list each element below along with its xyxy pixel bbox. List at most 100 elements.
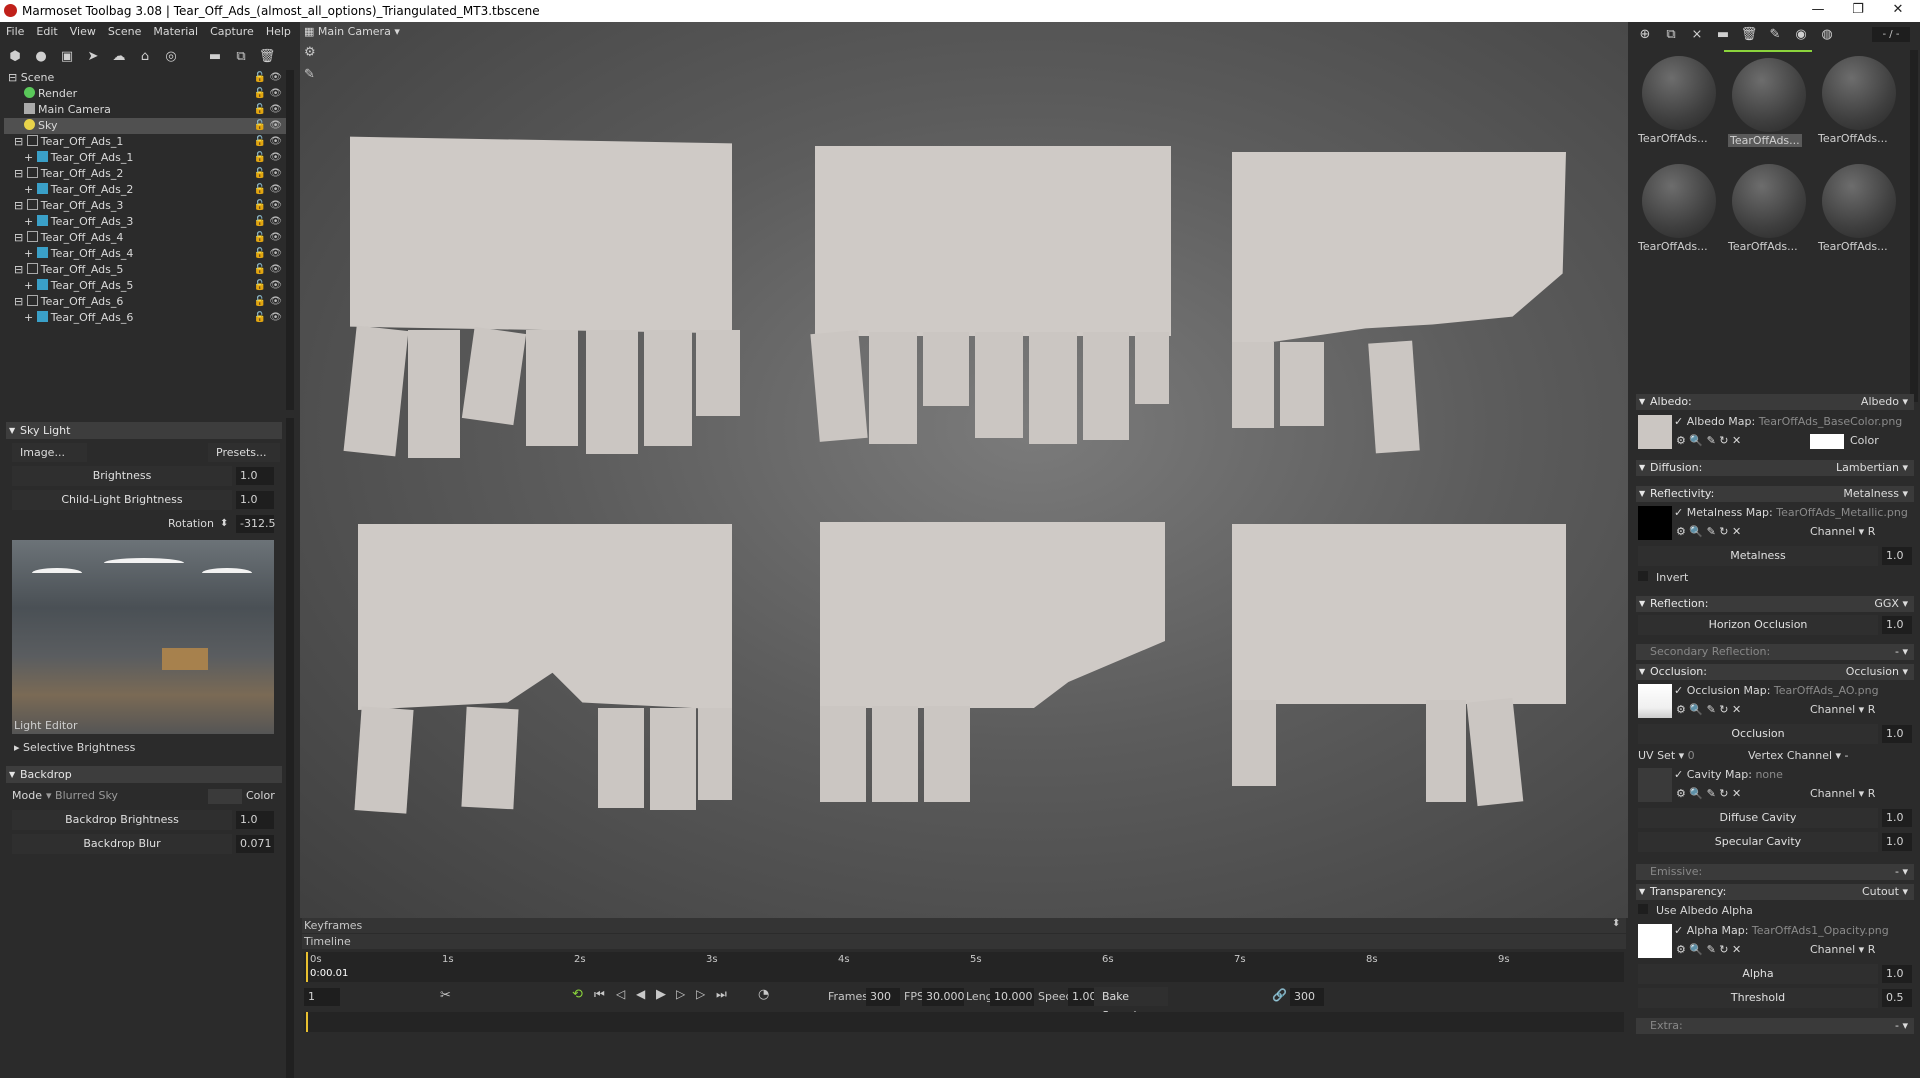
- tree-item-mesh[interactable]: + Tear_Off_Ads_6 🔓 👁: [4, 310, 286, 326]
- occlusion-slider[interactable]: Occlusion: [1638, 724, 1878, 744]
- metalness-value[interactable]: 1.0: [1882, 547, 1912, 565]
- sky-light-header[interactable]: Sky Light: [6, 422, 282, 439]
- remove-icon[interactable]: ✕: [1732, 943, 1741, 956]
- remove-icon[interactable]: ✕: [1732, 525, 1741, 538]
- settings-icon[interactable]: ⚙: [1676, 525, 1686, 538]
- skip-to-start-icon[interactable]: ⏮: [594, 987, 605, 1002]
- new-folder-icon[interactable]: ▬: [202, 46, 228, 66]
- reflection-mode-dropdown[interactable]: GGX ▾: [1874, 596, 1908, 612]
- emissive-section[interactable]: Emissive: - ▾: [1636, 864, 1914, 880]
- keyframes-header[interactable]: Keyframes: [302, 918, 1626, 933]
- map-tools[interactable]: ⚙ 🔍 ✎ ↻ ✕: [1676, 432, 1741, 450]
- properties-scrollbar[interactable]: [286, 418, 294, 1078]
- reload-icon[interactable]: ↻: [1719, 434, 1728, 447]
- timeline-ruler[interactable]: 0s 1s 2s 3s 4s 5s 6s 7s 8s 9s 0:00.01: [304, 952, 1624, 982]
- vertex-channel-dropdown[interactable]: Vertex Channel ▾ -: [1748, 747, 1849, 765]
- metalness-map-thumbnail[interactable]: [1638, 506, 1672, 540]
- backdrop-brightness-slider[interactable]: Backdrop Brightness: [12, 810, 232, 830]
- diffuse-cavity-slider[interactable]: Diffuse Cavity: [1638, 808, 1878, 828]
- material-thumb-selected[interactable]: TearOffAds...: [1724, 50, 1812, 150]
- tree-item-group[interactable]: ⊟ Tear_Off_Ads_4 🔓 👁: [4, 230, 286, 246]
- prev-keyframe-icon[interactable]: ◁: [616, 987, 625, 1001]
- alpha-map-thumbnail[interactable]: [1638, 924, 1672, 958]
- alpha-map-row[interactable]: ✓ Alpha Map: TearOffAds1_Opacity.png: [1674, 922, 1889, 940]
- material-thumb[interactable]: TearOffAds...: [1634, 50, 1722, 150]
- pencil-icon[interactable]: ✎: [1707, 525, 1716, 538]
- next-keyframe-icon[interactable]: ▷: [696, 987, 705, 1001]
- end-frame-value[interactable]: 300: [1290, 988, 1324, 1006]
- selective-brightness-toggle[interactable]: ▸ Selective Brightness: [14, 739, 135, 757]
- albedo-map-row[interactable]: ✓ Albedo Map: TearOffAds_BaseColor.png: [1674, 413, 1902, 431]
- zoom-icon[interactable]: 🔍: [1689, 525, 1703, 538]
- fps-value[interactable]: 30.000: [922, 988, 965, 1006]
- settings-icon[interactable]: ⚙: [1676, 943, 1686, 956]
- step-back-icon[interactable]: ◀: [636, 987, 645, 1001]
- loop-icon[interactable]: ⟲: [572, 987, 583, 1002]
- maximize-button[interactable]: ❐: [1838, 2, 1878, 20]
- tree-item-mesh[interactable]: + Tear_Off_Ads_1 🔓 👁: [4, 150, 286, 166]
- backdrop-brightness-value[interactable]: 1.0: [236, 811, 274, 829]
- use-albedo-alpha-checkbox[interactable]: Use Albedo Alpha: [1638, 902, 1753, 920]
- child-light-brightness-slider[interactable]: Child-Light Brightness: [12, 490, 232, 510]
- settings-icon[interactable]: ⚙: [1676, 787, 1686, 800]
- pin-icon[interactable]: ✎: [304, 67, 315, 82]
- cavity-map-row[interactable]: ✓ Cavity Map: none: [1674, 766, 1783, 784]
- skip-to-end-icon[interactable]: ⏭: [716, 987, 727, 1002]
- backdrop-blur-value[interactable]: 0.071: [236, 835, 274, 853]
- minimize-button[interactable]: —: [1798, 2, 1838, 20]
- light-editor-panorama[interactable]: Light Editor: [12, 540, 274, 734]
- material-thumb[interactable]: TearOffAds...: [1724, 158, 1812, 258]
- zoom-icon[interactable]: 🔍: [1689, 434, 1703, 447]
- invert-checkbox[interactable]: Invert: [1638, 569, 1688, 587]
- tree-item-scene[interactable]: ⊟ Scene 🔓 👁: [4, 70, 286, 86]
- cavity-map-thumbnail[interactable]: [1638, 768, 1672, 802]
- diffuse-cavity-value[interactable]: 1.0: [1882, 809, 1912, 827]
- reflection-section[interactable]: Reflection:GGX ▾: [1636, 596, 1914, 612]
- frame-field[interactable]: 1: [304, 988, 340, 1006]
- menu-file[interactable]: File: [0, 22, 30, 38]
- tree-item-mesh[interactable]: + Tear_Off_Ads_3 🔓 👁: [4, 214, 286, 230]
- occlusion-mode-dropdown[interactable]: Occlusion ▾: [1846, 664, 1908, 680]
- viewport[interactable]: ▦ Main Camera ▾ ⚙ ✎: [300, 22, 1628, 922]
- material-thumb[interactable]: TearOffAds...: [1814, 158, 1902, 258]
- playhead[interactable]: [306, 952, 308, 982]
- extra-dropdown[interactable]: - ▾: [1895, 1018, 1908, 1034]
- bake-speed-button[interactable]: Bake Speed: [1094, 987, 1168, 1022]
- emissive-dropdown[interactable]: - ▾: [1895, 864, 1908, 880]
- camera-selector[interactable]: ▦ Main Camera ▾: [304, 25, 400, 38]
- pencil-icon[interactable]: ✎: [1707, 787, 1716, 800]
- menu-material[interactable]: Material: [147, 22, 204, 38]
- timeline-header[interactable]: Timeline: [302, 934, 1626, 949]
- threshold-value[interactable]: 0.5: [1882, 989, 1912, 1007]
- map-tools[interactable]: ⚙ 🔍 ✎ ↻ ✕: [1676, 941, 1741, 959]
- horizon-occlusion-slider[interactable]: Horizon Occlusion: [1638, 615, 1878, 635]
- link-icon[interactable]: 🔗: [1272, 988, 1287, 1002]
- tree-item-group[interactable]: ⊟ Tear_Off_Ads_2 🔓 👁: [4, 166, 286, 182]
- duplicate-icon[interactable]: ⧉: [228, 46, 254, 66]
- keyframe-tool-icon[interactable]: ✂: [440, 988, 451, 1003]
- metalness-map-row[interactable]: ✓ Metalness Map: TearOffAds_Metallic.png: [1674, 504, 1914, 522]
- zoom-icon[interactable]: 🔍: [1689, 703, 1703, 716]
- backdrop-color-swatch[interactable]: [208, 789, 242, 804]
- scene-tree-scrollbar[interactable]: [286, 70, 294, 410]
- merge-material-icon[interactable]: ⨯: [1684, 24, 1710, 44]
- metalness-channel-dropdown[interactable]: Channel ▾ R: [1810, 523, 1875, 541]
- occlusion-channel-dropdown[interactable]: Channel ▾ R: [1810, 701, 1875, 719]
- delete-material-icon[interactable]: 🗑: [1736, 24, 1762, 44]
- image-button[interactable]: Image...: [12, 443, 87, 462]
- brightness-value[interactable]: 1.0: [236, 467, 274, 485]
- tree-item-group[interactable]: ⊟ Tear_Off_Ads_6 🔓 👁: [4, 294, 286, 310]
- tree-item-group[interactable]: ⊟ Tear_Off_Ads_3 🔓 👁: [4, 198, 286, 214]
- menu-scene[interactable]: Scene: [102, 22, 148, 38]
- tree-item-main-camera[interactable]: Main Camera 🔓 👁: [4, 102, 286, 118]
- backdrop-header[interactable]: Backdrop: [6, 766, 282, 783]
- viewport-settings-icon[interactable]: ⚙: [304, 45, 316, 60]
- tree-item-render[interactable]: Render 🔓 👁: [4, 86, 286, 102]
- clear-material-icon[interactable]: ◍: [1814, 24, 1840, 44]
- reload-icon[interactable]: ↻: [1719, 525, 1728, 538]
- add-shadow-catcher-icon[interactable]: ➤: [80, 46, 106, 66]
- reflectivity-mode-dropdown[interactable]: Metalness ▾: [1843, 486, 1908, 502]
- extra-section[interactable]: Extra: - ▾: [1636, 1018, 1914, 1034]
- settings-icon[interactable]: ⚙: [1676, 703, 1686, 716]
- material-counter[interactable]: - / -: [1872, 27, 1910, 42]
